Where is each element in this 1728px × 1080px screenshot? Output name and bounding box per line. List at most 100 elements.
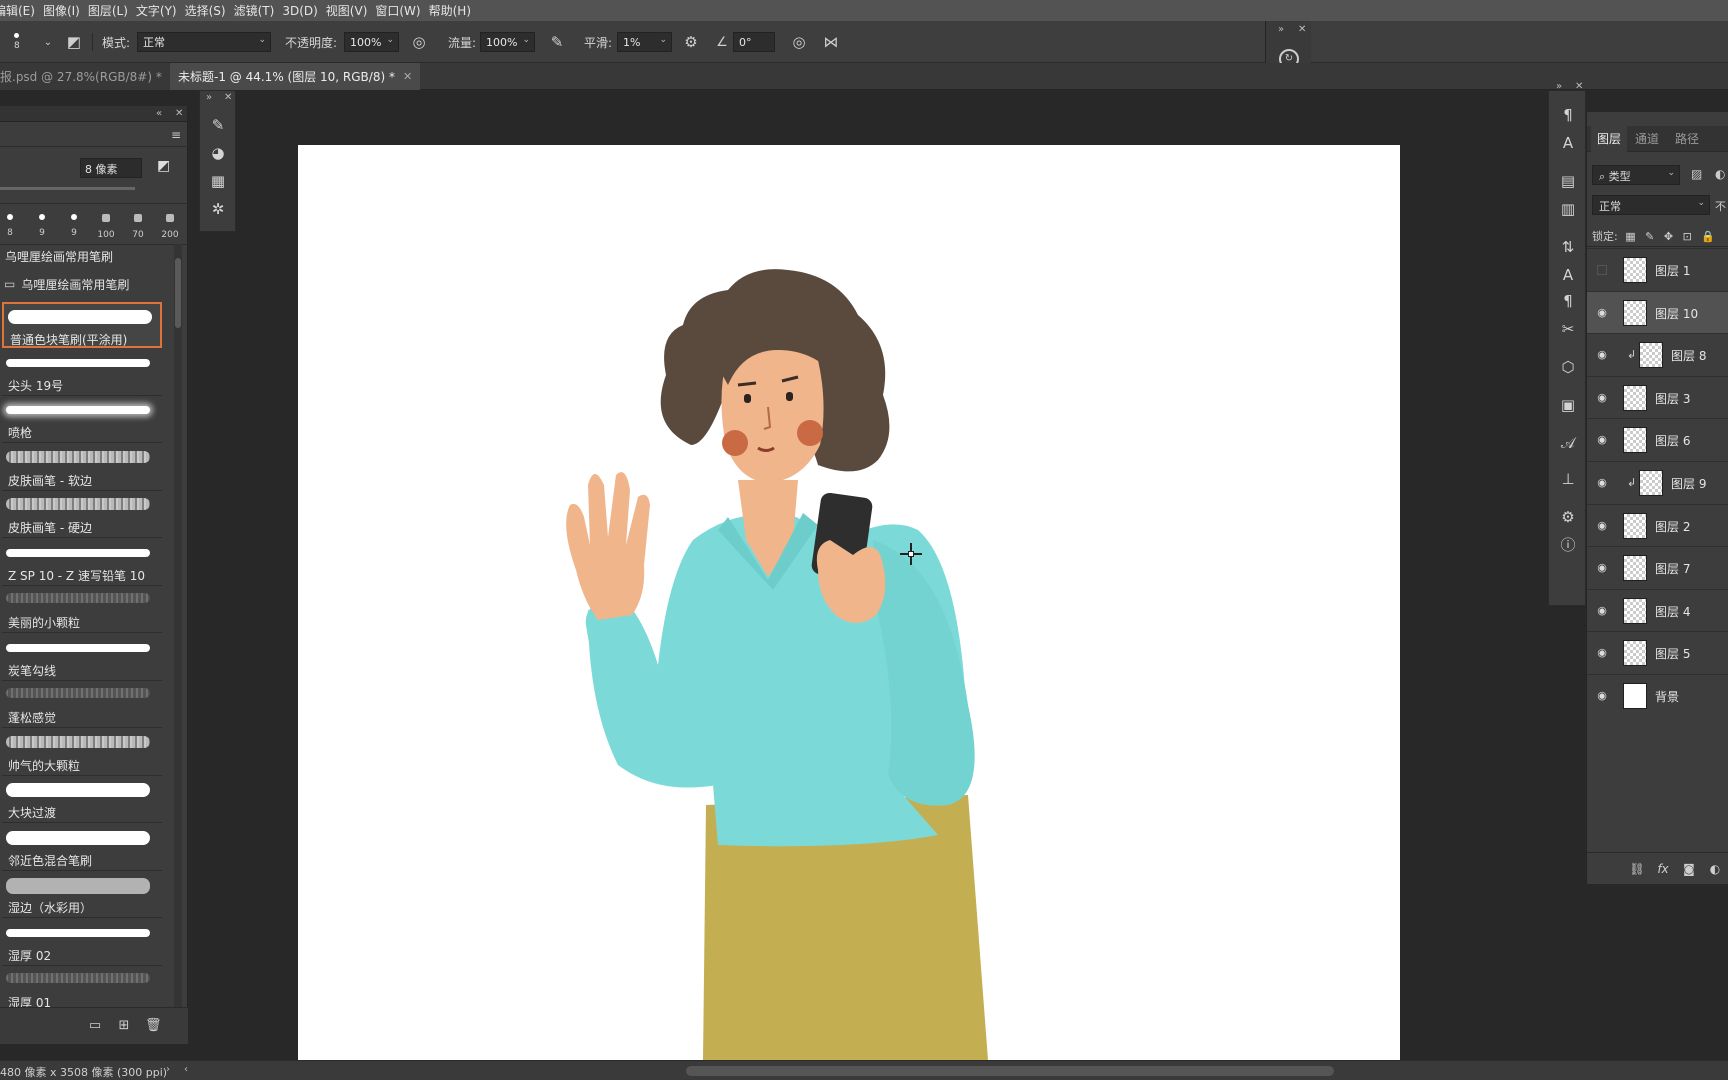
preset-item[interactable]: 9	[58, 204, 90, 246]
trash-icon[interactable]: 🗑	[145, 1018, 162, 1034]
preset-item[interactable]: 8	[0, 204, 26, 246]
scrollbar-thumb[interactable]	[175, 258, 181, 328]
menu-edit[interactable]: 编辑(E)	[0, 2, 43, 19]
lock-all-icon[interactable]: 🔒	[1701, 230, 1715, 243]
tool-presets-icon[interactable]: ✂	[1558, 319, 1578, 339]
swatches-grid-icon[interactable]: ▦	[208, 171, 228, 191]
tab-layers[interactable]: 图层	[1591, 126, 1628, 152]
brush-settings-icon[interactable]: ◩	[157, 158, 175, 176]
layer-row[interactable]: ◉ 图层 2	[1587, 503, 1728, 546]
artboard[interactable]	[298, 145, 1400, 1060]
notes-icon[interactable]: ▥	[1558, 199, 1578, 219]
properties-icon[interactable]: ⚙	[1558, 507, 1578, 527]
flow-field[interactable]: 100% ⌄	[480, 32, 535, 52]
info-icon[interactable]: ⓘ	[1558, 535, 1578, 555]
layer-row[interactable]: ◉ 图层 3	[1587, 375, 1728, 418]
panel-menu-icon[interactable]: ≡	[171, 128, 181, 142]
preset-item[interactable]: 100	[90, 204, 122, 246]
tab-channels[interactable]: 通道	[1629, 126, 1665, 152]
layer-row[interactable]: ◉ ↲ 图层 9	[1587, 461, 1728, 503]
mask-icon[interactable]: ◙	[1681, 861, 1697, 877]
close-icon[interactable]: ✕	[1575, 81, 1583, 92]
brush-item[interactable]: 美丽的小颗粒	[2, 587, 162, 633]
link-icon[interactable]: ⛓	[1629, 861, 1645, 877]
lock-position-icon[interactable]: ✥	[1664, 230, 1673, 243]
horizontal-scrollbar[interactable]	[686, 1066, 1334, 1076]
brush-item[interactable]: 湿厚 02	[2, 919, 162, 966]
menu-view[interactable]: 视图(V)	[326, 2, 376, 19]
brush-item[interactable]: 普通色块笔刷(平涂用)	[2, 302, 162, 348]
image-filter-icon[interactable]: ▨	[1691, 167, 1702, 181]
eye-visibility-icon[interactable]: ◉	[1595, 306, 1609, 320]
layer-row[interactable]: ◉ 图层 6	[1587, 418, 1728, 460]
preset-item[interactable]: 200	[154, 204, 186, 246]
character-icon[interactable]: A	[1558, 133, 1578, 153]
new-brush-icon[interactable]: ⊞	[116, 1018, 132, 1034]
close-icon[interactable]: ✕	[1298, 24, 1306, 35]
brush-size-slider[interactable]	[0, 187, 135, 190]
tab-paths[interactable]: 路径	[1669, 126, 1705, 152]
tab-document-2[interactable]: 未标题-1 @ 44.1% (图层 10, RGB/8) * ✕	[170, 63, 421, 90]
eye-visibility-icon[interactable]	[1597, 265, 1607, 275]
collapse-icon[interactable]: «	[156, 108, 162, 119]
new-group-folder-icon[interactable]: ▭	[87, 1018, 103, 1034]
brush-preset-picker[interactable]: 8	[14, 21, 20, 63]
angle-field[interactable]: 0°	[733, 32, 775, 52]
layer-row[interactable]: ◉ ↲ 图层 8	[1587, 333, 1728, 375]
layer-filter-select[interactable]: ⌕ 类型 ⌄	[1592, 165, 1680, 185]
tab-document-1[interactable]: 报.psd @ 27.8%(RGB/8#) *✕	[0, 63, 188, 90]
mode-select[interactable]: 正常 ⌄	[137, 32, 271, 52]
layer-row[interactable]: 图层 1	[1587, 248, 1728, 290]
menu-type[interactable]: 文字(Y)	[136, 2, 185, 19]
clone-source-icon[interactable]: ▣	[1558, 395, 1578, 415]
eye-visibility-icon[interactable]: ◉	[1595, 348, 1609, 362]
adjustments-icon[interactable]: ⇅	[1558, 237, 1578, 257]
brush-item[interactable]: 湿边（水彩用）	[2, 872, 162, 918]
preset-item[interactable]: 9	[26, 204, 58, 246]
smoothing-field[interactable]: 1% ⌄	[617, 32, 672, 52]
expand-icon[interactable]: »	[206, 92, 212, 103]
symmetry-butterfly-icon[interactable]: ⋈	[821, 32, 841, 52]
adjustment-layer-icon[interactable]: ◐	[1707, 861, 1723, 877]
glyphs-icon[interactable]: 𝒜	[1558, 433, 1578, 453]
adjustment-filter-icon[interactable]: ◐	[1715, 167, 1725, 181]
brush-item[interactable]: 蓬松感觉	[2, 682, 162, 728]
chevron-right-icon[interactable]: ›	[166, 1064, 170, 1075]
pressure-size-icon[interactable]: ◎	[789, 32, 809, 52]
layer-row[interactable]: ◉ 图层 7	[1587, 546, 1728, 588]
expand-icon[interactable]: »	[1278, 24, 1284, 35]
color-palette-icon[interactable]: ◕	[208, 143, 228, 163]
layer-row[interactable]: ◉ 图层 4	[1587, 588, 1728, 631]
brush-settings-toggle-icon[interactable]: ◩	[64, 32, 84, 52]
eye-visibility-icon[interactable]: ◉	[1595, 391, 1609, 405]
3d-cube-icon[interactable]: ⬡	[1558, 357, 1578, 377]
menu-layer[interactable]: 图层(L)	[88, 2, 136, 19]
chevron-left-icon[interactable]: ‹	[184, 1064, 188, 1075]
stamp-icon[interactable]: ⊥	[1558, 469, 1578, 489]
layer-row[interactable]: ◉ 图层 10	[1587, 290, 1728, 333]
brush-item[interactable]: 尖头 19号	[2, 349, 162, 396]
brush-item[interactable]: 炭笔勾线	[2, 634, 162, 681]
lock-transparent-icon[interactable]: ▦	[1625, 230, 1635, 243]
close-icon[interactable]: ✕	[175, 108, 183, 119]
paragraph-style-icon[interactable]: ¶	[1558, 291, 1578, 311]
eye-visibility-icon[interactable]: ◉	[1595, 561, 1609, 575]
gear-icon[interactable]: ⚙	[681, 32, 701, 52]
brush-item[interactable]: 邻近色混合笔刷	[2, 824, 162, 871]
chevron-down-icon[interactable]: ⌄	[38, 32, 58, 52]
eye-visibility-icon[interactable]: ◉	[1595, 604, 1609, 618]
airbrush-icon[interactable]: ✎	[547, 32, 567, 52]
canvas-area[interactable]	[0, 90, 1728, 1060]
brush-item[interactable]: 皮肤画笔 - 软边	[2, 444, 162, 491]
eye-visibility-icon[interactable]: ◉	[1595, 689, 1609, 703]
lock-pixels-icon[interactable]: ✎	[1645, 230, 1654, 243]
menu-help[interactable]: 帮助(H)	[429, 2, 479, 19]
brush-item[interactable]: 帅气的大颗粒	[2, 729, 162, 776]
brush-settings-icon[interactable]: ✎	[208, 115, 228, 135]
close-icon[interactable]: ✕	[403, 70, 412, 83]
scrollbar-track[interactable]	[174, 244, 182, 1014]
fx-icon[interactable]: fx	[1655, 861, 1671, 877]
brush-group-title[interactable]: 乌哩厘绘画常用笔刷	[0, 242, 173, 270]
menu-image[interactable]: 图像(I)	[43, 2, 88, 19]
symmetry-icon[interactable]: ✲	[208, 199, 228, 219]
